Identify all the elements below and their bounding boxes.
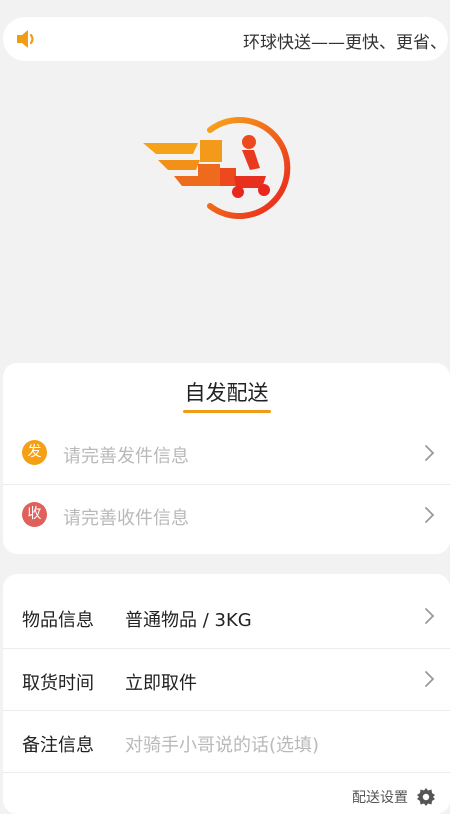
card-title: 自发配送: [182, 377, 271, 413]
sender-info-row[interactable]: 发 请完善发件信息: [3, 423, 450, 483]
speaker-icon: [17, 30, 34, 48]
delivery-details-card: 物品信息 普通物品 / 3KG 取货时间 立即取件 备注信息 对骑手小哥说的话(…: [3, 574, 450, 814]
pickup-time-row[interactable]: 取货时间 立即取件: [3, 648, 450, 711]
remark-label: 备注信息: [22, 735, 94, 756]
chevron-right-icon: [425, 671, 435, 687]
receiver-placeholder: 请完善收件信息: [63, 508, 189, 529]
receiver-badge: 收: [22, 502, 47, 527]
pickup-time-label: 取货时间: [22, 673, 94, 694]
remark-input[interactable]: 对骑手小哥说的话(选填): [125, 731, 319, 757]
announcement-bar[interactable]: 环球快送——更快、更省、更: [3, 17, 448, 61]
sender-badge: 发: [22, 440, 47, 465]
item-info-row[interactable]: 物品信息 普通物品 / 3KG: [3, 586, 450, 648]
sender-placeholder: 请完善发件信息: [63, 446, 189, 467]
receiver-info-row[interactable]: 收 请完善收件信息: [3, 484, 450, 545]
self-delivery-card: 自发配送 发 请完善发件信息 收 请完善收件信息: [3, 363, 450, 554]
delivery-settings[interactable]: 配送设置: [3, 772, 450, 806]
pickup-time-value: 立即取件: [125, 673, 197, 694]
announcement-text: 环球快送——更快、更省、更: [243, 33, 448, 53]
item-info-value: 普通物品 / 3KG: [125, 610, 252, 631]
delivery-settings-label: 配送设置: [352, 790, 408, 806]
remark-row: 备注信息 对骑手小哥说的话(选填): [3, 710, 450, 773]
delivery-scooter-logo: [143, 117, 291, 219]
item-info-label: 物品信息: [22, 610, 94, 631]
chevron-right-icon: [425, 507, 435, 523]
chevron-right-icon: [425, 608, 435, 624]
gear-icon: [417, 788, 435, 806]
chevron-right-icon: [425, 445, 435, 461]
